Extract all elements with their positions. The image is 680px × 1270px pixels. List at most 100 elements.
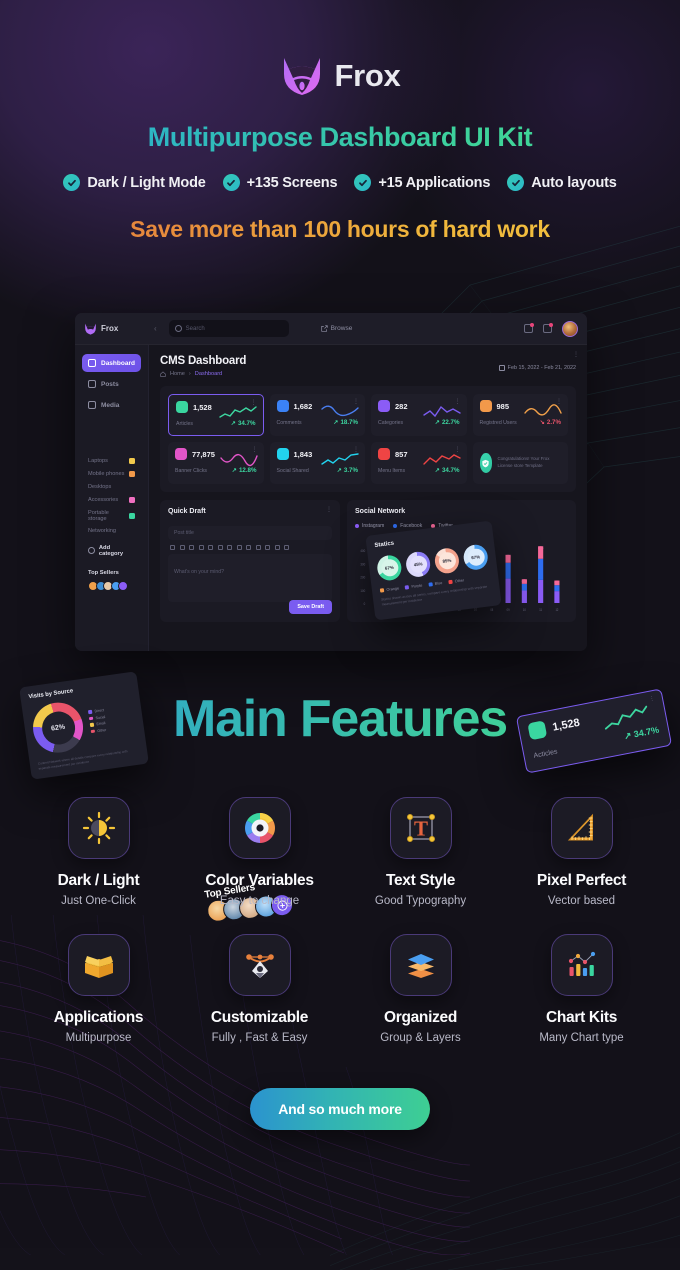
avatar[interactable]: [118, 580, 128, 591]
align-center-icon[interactable]: [246, 545, 251, 550]
banner-icon: [175, 448, 187, 460]
more-vertical-icon[interactable]: ⋮: [573, 352, 579, 358]
stat-value: 1,682: [293, 401, 313, 411]
svg-text:11: 11: [539, 608, 542, 613]
link-icon[interactable]: [208, 545, 213, 550]
sidebar-category-desktops[interactable]: Desktops: [82, 481, 141, 494]
sidebar-item-label: Dashboard: [101, 359, 135, 367]
stat-card-menu-items[interactable]: ⋮ 857 Menu Items ↗ 34.7%: [371, 442, 467, 484]
sidebar-item-media[interactable]: Media: [82, 396, 141, 414]
svg-text:T: T: [413, 817, 427, 841]
highlight-icon[interactable]: [217, 545, 223, 550]
feature-chart-kits[interactable]: Chart Kits Many Chart type: [501, 934, 662, 1044]
post-title-input[interactable]: Post title: [168, 526, 332, 540]
topbar-actions: [524, 320, 578, 337]
search-icon: [174, 325, 182, 332]
users-icon: [479, 400, 492, 412]
bold-icon[interactable]: [170, 545, 175, 550]
feature-organized[interactable]: Organized Group & Layers: [340, 934, 501, 1044]
stat-value: 857: [395, 449, 408, 459]
sidebar-category-mobile-phones[interactable]: Mobile phones: [82, 468, 141, 481]
gauge-4: 67%: [462, 543, 490, 572]
more-icon[interactable]: [284, 545, 289, 550]
stat-card-articles[interactable]: ⋮ 1,528 Articles ↗ 34.7%: [168, 394, 264, 436]
hero-header: Frox Multipurpose Dashboard UI Kit Dark …: [0, 0, 680, 243]
stat-card-registred-users[interactable]: ⋮ 985 Registred Users ↘ 2.7%: [472, 394, 568, 436]
stat-card-banner-clicks[interactable]: ⋮ 77,875 Banner Clicks ↗ 12.8%: [168, 442, 264, 484]
stat-label: Categories: [378, 420, 404, 426]
stat-value: 1,528: [193, 402, 212, 412]
check-icon: [222, 174, 240, 191]
sparkline: [219, 453, 258, 467]
post-body-input[interactable]: What's on your mind?: [168, 554, 332, 602]
sidebar-item-posts[interactable]: Posts: [82, 375, 141, 393]
feature-customizable[interactable]: Customizable Fully , Fast & Easy: [179, 934, 340, 1044]
feature-pixel-perfect[interactable]: Pixel Perfect Vector based: [501, 797, 662, 907]
category-color-swatch: [129, 471, 135, 478]
sidebar-category-label: Desktops: [88, 483, 112, 490]
svg-text:100: 100: [360, 588, 365, 593]
stat-change: ↗ 18.7%: [333, 419, 358, 426]
feature-subtitle: Multipurpose: [65, 1032, 132, 1044]
statics-floating-card: Statics 67% 45% 85% 67% Orange Purple Bl…: [365, 520, 502, 621]
category-color-swatch: [129, 496, 135, 503]
list-icon[interactable]: [255, 545, 261, 550]
stat-card-social-shared[interactable]: ⋮ 1,843 Social Shared ↗ 3.7%: [269, 442, 365, 484]
feature-text-style[interactable]: T Text Style Good Typography: [340, 797, 501, 907]
add-category-button[interactable]: Add category: [82, 541, 141, 561]
chevron-left-icon[interactable]: ‹: [154, 324, 157, 333]
statics-gauges: 67% 45% 85% 67%: [375, 543, 490, 582]
feature-dark-light[interactable]: Dark / Light Just One-Click: [18, 797, 179, 907]
align-left-icon[interactable]: [236, 545, 242, 550]
date-range-picker[interactable]: Feb 15, 2022 - Feb 21, 2022: [498, 365, 576, 371]
more-vertical-icon[interactable]: ⋮: [326, 507, 332, 513]
italic-icon[interactable]: [179, 545, 185, 550]
save-draft-button[interactable]: Save Draft: [289, 600, 332, 614]
sparkline: [321, 453, 359, 465]
bell-icon[interactable]: [524, 323, 534, 333]
stat-value: 985: [496, 401, 510, 411]
feature-title: Pixel Perfect: [536, 872, 627, 889]
breadcrumb-home[interactable]: Home: [170, 371, 185, 377]
color-wheel-icon: [228, 797, 291, 859]
sidebar-category-portable-storage[interactable]: Portable storage: [82, 506, 141, 525]
sidebar-category-networking[interactable]: Networking: [82, 525, 141, 538]
feature-color-variables[interactable]: Color Variables Easy to change: [179, 797, 340, 907]
stat-card-comments[interactable]: ⋮ 1,682 Comments ↗ 18.7%: [269, 394, 365, 436]
feature-applications[interactable]: Applications Multipurpose: [18, 934, 179, 1044]
legend-item: Purple: [404, 583, 423, 590]
feature-subtitle: Vector based: [547, 895, 616, 907]
cta-section: And so much more: [0, 1088, 680, 1130]
message-icon[interactable]: [543, 323, 553, 333]
stat-change: ↗ 34.7%: [230, 420, 256, 427]
comment-icon: [276, 400, 289, 412]
pen-tool-icon: [228, 934, 291, 996]
emoji-icon[interactable]: [227, 545, 232, 550]
dashboard-mockup-area: Frox ‹ Search Browse Dashboard Posts Med…: [0, 255, 680, 923]
dashboard-brand: Frox: [84, 323, 146, 335]
trash-icon: [176, 401, 188, 413]
avatar[interactable]: [562, 320, 578, 337]
image-icon[interactable]: [274, 545, 280, 550]
sidebar-category-accessories[interactable]: Accessories: [82, 493, 141, 506]
feature-subtitle: Easy to change: [219, 895, 300, 907]
calendar-icon: [498, 365, 505, 371]
feature-subtitle: Fully , Fast & Easy: [211, 1032, 308, 1044]
feature-title: Applications: [53, 1009, 144, 1026]
dashboard-topbar: Frox ‹ Search Browse: [75, 313, 587, 345]
sidebar-item-dashboard[interactable]: Dashboard: [82, 354, 141, 372]
strikethrough-icon[interactable]: [198, 545, 204, 550]
sidebar-category-laptops[interactable]: Laptops: [82, 455, 141, 468]
and-so-much-more-button[interactable]: And so much more: [250, 1088, 430, 1130]
ordered-list-icon[interactable]: [265, 545, 270, 550]
feature-title: Dark / Light: [57, 872, 140, 889]
dashboard-icon: [88, 359, 96, 367]
brand-name: Frox: [334, 58, 401, 93]
browse-button[interactable]: Browse: [321, 325, 352, 332]
plus-circle-icon: [88, 547, 95, 555]
underline-icon[interactable]: [189, 545, 194, 550]
stat-value: 77,875: [192, 449, 215, 459]
search-input[interactable]: Search: [168, 320, 289, 337]
stat-card-categories[interactable]: ⋮ 282 Categories ↗ 22.7%: [371, 394, 467, 436]
promo-card[interactable]: Congratulations! Your Frox License store…: [472, 442, 568, 484]
